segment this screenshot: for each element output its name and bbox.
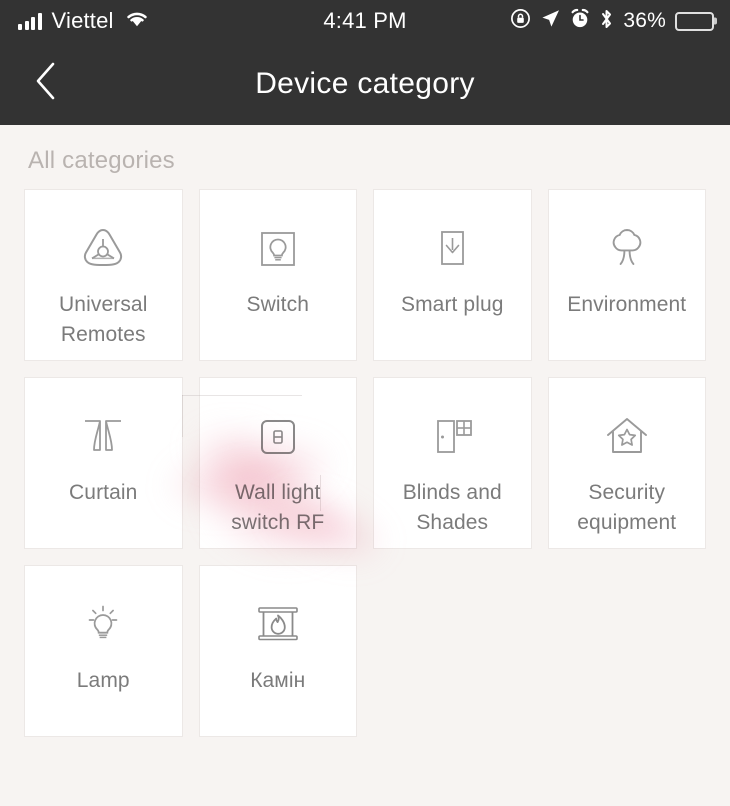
category-card-universal-remotes[interactable]: Universal Remotes — [24, 189, 183, 361]
back-button[interactable] — [22, 60, 70, 108]
battery-percent-label: 36% — [623, 9, 666, 32]
rotation-lock-icon — [510, 8, 531, 34]
category-label: Камін — [250, 669, 306, 692]
category-card-wall-light-switch-rf[interactable]: Wall light switch RF — [198, 377, 357, 549]
bluetooth-icon — [599, 8, 614, 35]
smart-plug-icon — [426, 218, 478, 280]
category-label: Smart plug — [400, 293, 504, 316]
category-label: Universal Remotes — [59, 293, 148, 346]
universal-remote-icon — [75, 218, 131, 280]
section-title: All categories — [28, 147, 175, 174]
fireplace-flame-icon — [251, 594, 305, 656]
category-card-curtain[interactable]: Curtain — [24, 377, 183, 549]
page-title: Device category — [255, 66, 475, 100]
category-card-environment[interactable]: Environment — [547, 189, 706, 361]
light-bulb-rays-icon — [76, 594, 130, 656]
category-label: Environment — [567, 293, 687, 316]
navigation-bar: Device category — [0, 42, 730, 125]
carrier-name: Viettel — [51, 8, 114, 33]
chevron-left-icon — [33, 60, 59, 107]
curtain-icon — [76, 406, 130, 468]
status-bar: Viettel 4:41 PM 36% — [0, 0, 730, 42]
alarm-clock-icon — [570, 8, 590, 34]
status-bar-right: 36% — [510, 8, 714, 35]
door-window-icon — [425, 406, 479, 468]
category-label: Lamp — [76, 669, 130, 692]
category-label: Blinds and Shades — [402, 481, 502, 534]
category-card-kamin[interactable]: Камін — [198, 565, 357, 737]
wifi-icon — [124, 9, 150, 33]
category-card-blinds-and-shades[interactable]: Blinds and Shades — [373, 377, 532, 549]
category-label: Security equipment — [577, 481, 677, 534]
category-card-security-equipment[interactable]: Security equipment — [547, 377, 706, 549]
category-card-switch[interactable]: Switch — [198, 189, 357, 361]
category-label: Curtain — [69, 481, 138, 504]
location-arrow-icon — [540, 8, 561, 34]
category-label: Switch — [246, 293, 309, 316]
tree-icon — [600, 218, 654, 280]
wall-light-switch-icon — [252, 406, 304, 468]
category-card-lamp[interactable]: Lamp — [24, 565, 183, 737]
status-bar-left: Viettel — [18, 8, 150, 34]
content-area: All categories Universal Remotes Switch … — [0, 125, 730, 806]
house-star-icon — [600, 406, 654, 468]
signal-bars-icon — [18, 12, 42, 30]
category-card-smart-plug[interactable]: Smart plug — [373, 189, 532, 361]
category-label: Wall light switch RF — [231, 481, 325, 534]
battery-icon — [675, 11, 714, 31]
wall-switch-bulb-icon — [252, 218, 304, 280]
category-grid: Universal Remotes Switch Smart plug Envi… — [24, 189, 706, 737]
